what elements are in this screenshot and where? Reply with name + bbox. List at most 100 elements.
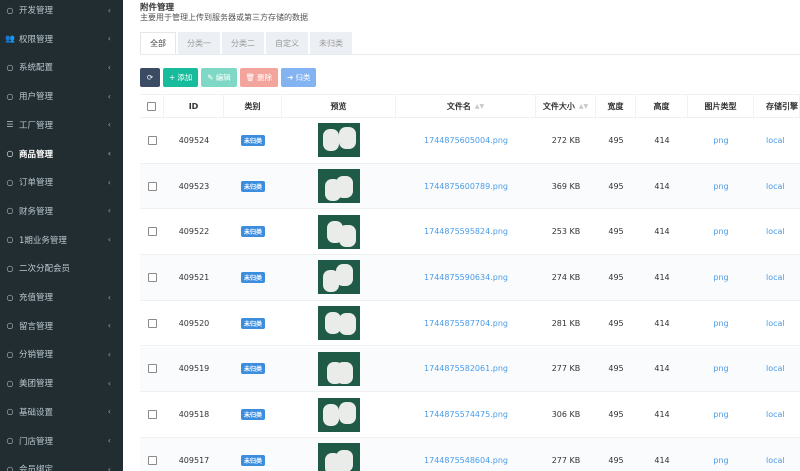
filename-link[interactable]: 1744875595824.png — [424, 227, 508, 236]
sidebar-item[interactable]: ○ 二次分配会员 — [0, 254, 123, 282]
sidebar-item[interactable]: ○ 1期业务管理 ‹ — [0, 226, 123, 254]
imagetype-link[interactable]: png — [713, 182, 728, 191]
storage-link[interactable]: local — [766, 182, 785, 191]
imagetype-link[interactable]: png — [713, 364, 728, 373]
filename-link[interactable]: 1744875582061.png — [424, 364, 508, 373]
preview-thumbnail[interactable] — [318, 214, 360, 249]
imagetype-link[interactable]: png — [713, 273, 728, 282]
storage-link[interactable]: local — [766, 364, 785, 373]
sidebar-item[interactable]: ☰ 工厂管理 ‹ — [0, 111, 123, 139]
storage-link[interactable]: local — [766, 410, 785, 419]
sidebar-item[interactable]: ○ 财务管理 ‹ — [0, 197, 123, 225]
sidebar-item-label: 系统配置 — [19, 63, 54, 74]
cell-category: 未归类 — [224, 164, 282, 209]
storage-link[interactable]: local — [766, 136, 785, 145]
preview-thumbnail[interactable] — [318, 123, 360, 158]
imagetype-link[interactable]: png — [713, 456, 728, 465]
tab[interactable]: 全部 — [140, 32, 176, 54]
column-storage[interactable]: 存储引擎 — [754, 95, 800, 117]
storage-link[interactable]: local — [766, 227, 785, 236]
row-checkbox[interactable] — [147, 181, 157, 191]
filename-link[interactable]: 1744875548604.png — [424, 456, 508, 465]
chevron-left-icon: ‹ — [107, 321, 111, 331]
tab[interactable]: 自定义 — [266, 32, 308, 54]
row-checkbox[interactable] — [147, 318, 157, 328]
tab[interactable]: 分类二 — [222, 32, 264, 54]
sidebar-item[interactable]: ○ 订单管理 ‹ — [0, 168, 123, 196]
row-checkbox[interactable] — [147, 410, 157, 420]
group-button[interactable]: ➔ 归类 — [281, 68, 317, 87]
circle-icon: ○ — [6, 349, 14, 359]
toolbar: ⟳ + 添加 ✎ 编辑 🗑 删除 ➔ 归类 — [140, 68, 317, 87]
filename-link[interactable]: 1744875590634.png — [424, 273, 508, 282]
row-checkbox[interactable] — [147, 272, 157, 282]
preview-thumbnail[interactable] — [318, 443, 360, 471]
chevron-left-icon: ‹ — [107, 235, 111, 245]
chevron-left-icon: ‹ — [107, 349, 111, 359]
storage-link[interactable]: local — [766, 319, 785, 328]
cell-filesize: 277 KB — [551, 364, 581, 374]
table-row: 409524 未归类 1744875605004.png 272 KB 495 414 pn… — [140, 118, 800, 164]
add-button[interactable]: + 添加 — [163, 68, 199, 87]
imagetype-link[interactable]: png — [713, 319, 728, 328]
imagetype-link[interactable]: png — [713, 410, 728, 419]
sidebar-item[interactable]: 👥 权限管理 ‹ — [0, 25, 123, 53]
filename-link[interactable]: 1744875574475.png — [424, 410, 508, 419]
sidebar-item[interactable]: ○ 美团管理 ‹ — [0, 369, 123, 397]
sidebar-item[interactable]: ○ 系统配置 ‹ — [0, 53, 123, 81]
sidebar-item[interactable]: ○ 留言管理 ‹ — [0, 312, 123, 340]
tab[interactable]: 分类一 — [178, 32, 220, 54]
sidebar-item[interactable]: ○ 门店管理 ‹ — [0, 427, 123, 455]
filename-link[interactable]: 1744875587704.png — [424, 319, 508, 328]
imagetype-link[interactable]: png — [713, 136, 728, 145]
preview-thumbnail[interactable] — [318, 351, 360, 386]
cell-filename: 1744875605004.png — [396, 118, 536, 163]
preview-thumbnail[interactable] — [318, 169, 360, 204]
storage-link[interactable]: local — [766, 273, 785, 282]
edit-button-label: 编辑 — [215, 73, 231, 82]
select-all-checkbox[interactable] — [147, 101, 156, 111]
circle-icon: ○ — [6, 235, 14, 245]
column-filesize[interactable]: 文件大小 ▲▼ — [536, 95, 596, 117]
filename-link[interactable]: 1744875605004.png — [424, 136, 508, 145]
delete-button[interactable]: 🗑 删除 — [239, 68, 279, 87]
cell-height: 414 — [654, 318, 670, 328]
row-checkbox[interactable] — [147, 227, 157, 237]
storage-link[interactable]: local — [766, 456, 785, 465]
column-id[interactable]: ID — [164, 95, 224, 117]
sidebar-item[interactable]: ○ 商品管理 ‹ — [0, 140, 123, 168]
sidebar-item[interactable]: ○ 开发管理 ‹ — [0, 0, 123, 24]
sidebar-item[interactable]: ○ 分销管理 ‹ — [0, 340, 123, 368]
preview-thumbnail[interactable] — [318, 306, 360, 341]
sidebar-item[interactable]: ○ 会员绑定 ‹ — [0, 455, 123, 471]
sidebar-item-label: 会员绑定 — [19, 465, 54, 471]
sidebar-item-label: 留言管理 — [19, 321, 54, 332]
cell-storage: local — [754, 209, 800, 254]
preview-thumbnail[interactable] — [318, 260, 360, 295]
edit-button[interactable]: ✎ 编辑 — [201, 68, 237, 87]
row-checkbox[interactable] — [147, 135, 157, 145]
filename-link[interactable]: 1744875600789.png — [424, 182, 508, 191]
imagetype-link[interactable]: png — [713, 227, 728, 236]
column-width[interactable]: 宽度 — [596, 95, 636, 117]
sidebar-item[interactable]: ○ 充值管理 ‹ — [0, 283, 123, 311]
cell-width: 495 — [608, 410, 624, 420]
sidebar-item[interactable]: ○ 基础设置 ‹ — [0, 398, 123, 426]
cell-category: 未归类 — [224, 255, 282, 300]
column-height[interactable]: 高度 — [636, 95, 688, 117]
row-checkbox[interactable] — [147, 455, 157, 465]
column-filename[interactable]: 文件名 ▲▼ — [396, 95, 536, 117]
tab[interactable]: 未归类 — [310, 32, 352, 54]
refresh-button[interactable]: ⟳ — [140, 68, 160, 87]
row-checkbox[interactable] — [147, 364, 157, 374]
preview-thumbnail[interactable] — [318, 397, 360, 432]
column-preview: 预览 — [282, 95, 396, 117]
table-row: 409523 未归类 1744875600789.png 369 KB 495 414 pn… — [140, 163, 800, 210]
column-imagetype[interactable]: 图片类型 — [688, 95, 754, 117]
sidebar-item-label: 工厂管理 — [19, 120, 54, 131]
cell-id: 409517 — [178, 455, 210, 465]
sidebar-item-label: 权限管理 — [19, 34, 54, 45]
column-category[interactable]: 类别 — [224, 95, 282, 117]
cell-storage: local — [754, 255, 800, 300]
sidebar-item[interactable]: ○ 用户管理 ‹ — [0, 82, 123, 110]
